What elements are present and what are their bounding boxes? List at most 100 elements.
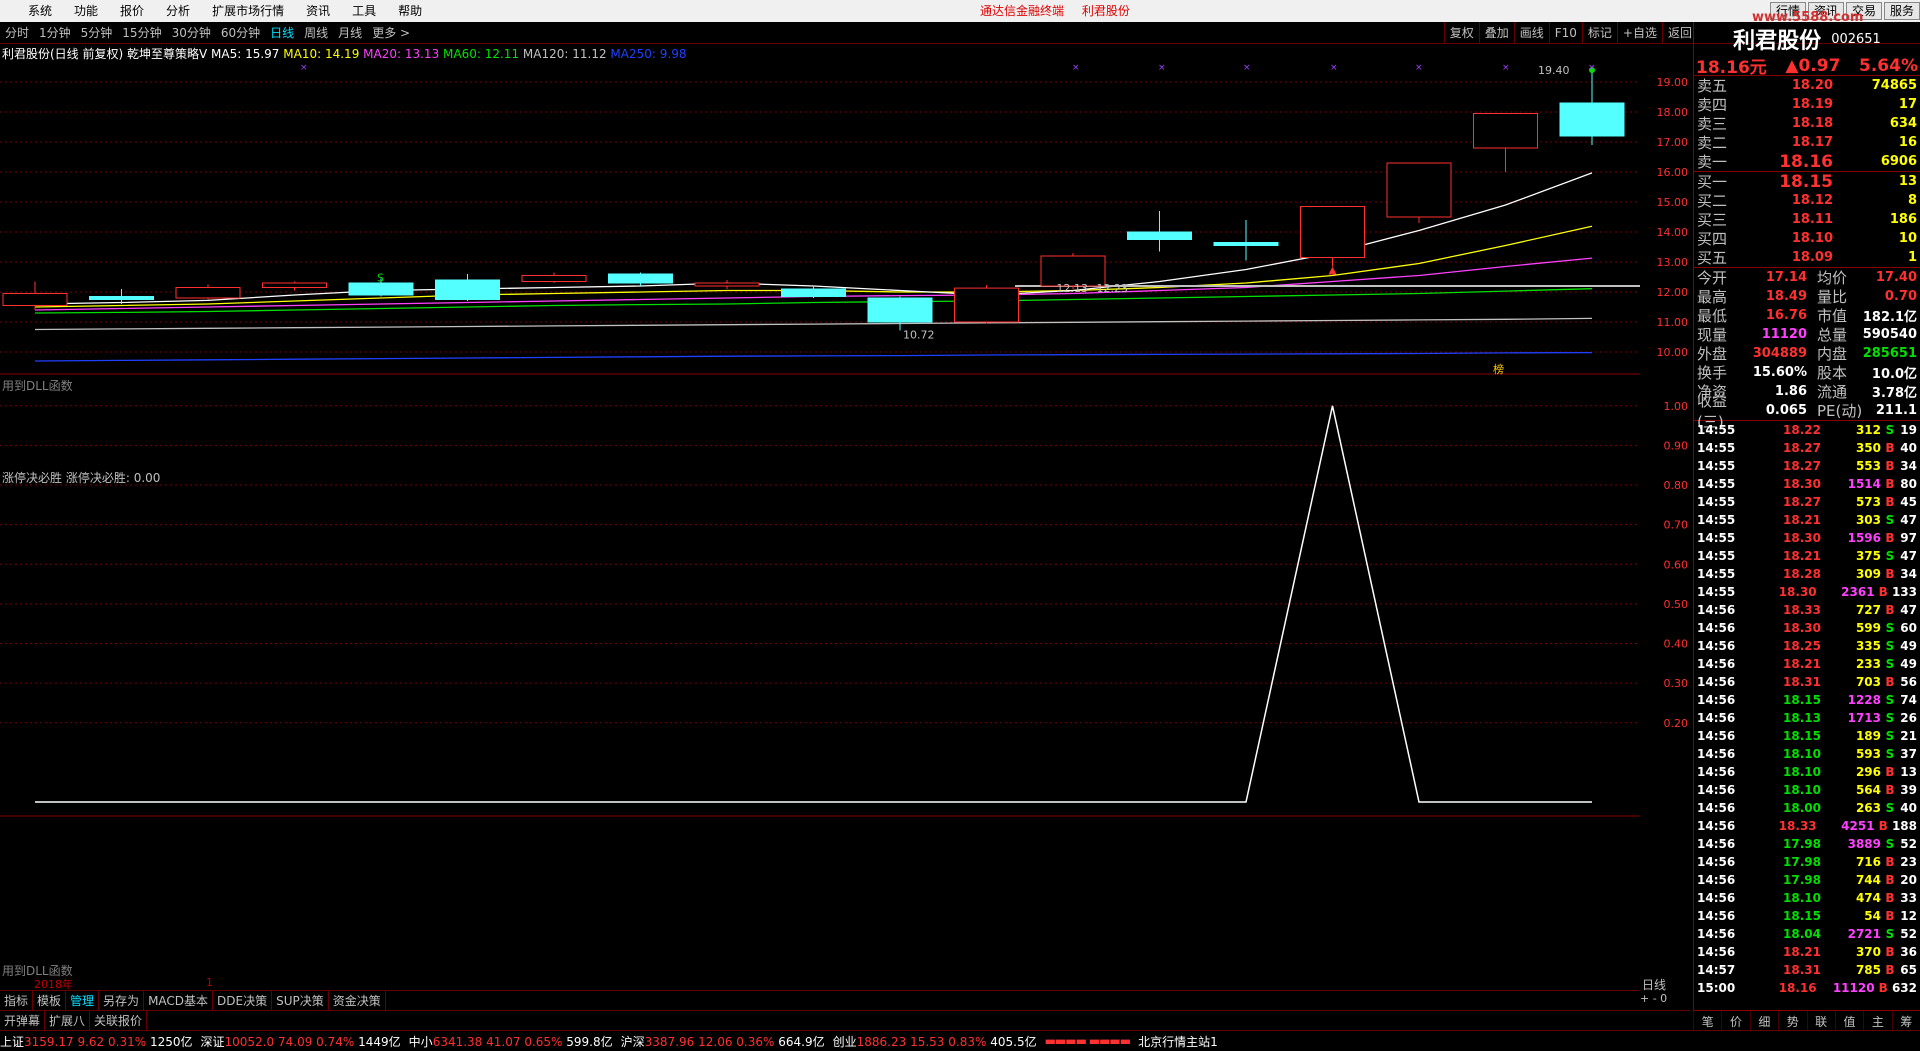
overlay-button[interactable]: 叠加 xyxy=(1478,22,1514,44)
cross-marker-icon: × xyxy=(1588,63,1596,73)
period-tab-monthly[interactable]: 月线 xyxy=(333,22,367,43)
tick-volume: 703 xyxy=(1855,675,1881,689)
candle-body xyxy=(521,275,587,282)
ask-label: 卖五 xyxy=(1697,77,1728,95)
period-tab-weekly[interactable]: 周线 xyxy=(299,22,333,43)
index-sh[interactable]: 上证3159.17 9.62 0.31% 1250亿 xyxy=(0,1033,193,1050)
indicator-tick-label: 0.90 xyxy=(1664,439,1689,452)
tick-time: 14:56 xyxy=(1697,873,1736,887)
menu-item-tools[interactable]: 工具 xyxy=(341,0,387,22)
service-button[interactable]: 服务 xyxy=(1883,2,1920,20)
index-sz[interactable]: 深证10052.0 74.09 0.74% 1449亿 xyxy=(201,1033,401,1050)
tick-price: 18.30 xyxy=(1783,477,1821,491)
period-tab-intraday[interactable]: 分时 xyxy=(0,22,34,43)
indicator-tick-label: 0.40 xyxy=(1664,638,1689,651)
adjust-button[interactable]: 复权 xyxy=(1443,22,1479,44)
tick-volume: 744 xyxy=(1855,873,1881,887)
tab-sup[interactable]: SUP决策 xyxy=(272,991,329,1010)
quote-tab[interactable]: 价 xyxy=(1721,1011,1749,1032)
indicator-legend: 涨停决必胜 涨停决必胜: 0.00 xyxy=(2,470,160,486)
tab-indicator[interactable]: 指标 xyxy=(0,991,34,1010)
tick-volume: 2361 xyxy=(1841,585,1875,599)
tick-row: 15:00 18.16 11120 B 632 xyxy=(1694,979,1920,997)
menu-item-quote[interactable]: 报价 xyxy=(109,0,155,22)
quote-tab[interactable]: 笔 xyxy=(1693,1011,1721,1032)
period-tab-1min[interactable]: 1分钟 xyxy=(34,22,76,43)
period-tab-30min[interactable]: 30分钟 xyxy=(167,22,216,43)
quote-panel: 利君股份 002651 18.16元 ▲0.97 5.64% 卖五 18.20 74… xyxy=(1693,22,1920,1032)
draw-button[interactable]: 画线 xyxy=(1513,22,1549,44)
zoom-control[interactable]: + - 0 xyxy=(1640,992,1667,1005)
quote-tab[interactable]: 势 xyxy=(1778,1011,1806,1032)
chart-area[interactable]: 19.40 10.72 12.13 12.23 S 榜 × × × × × × × × xyxy=(0,44,1640,976)
ask-label: 卖四 xyxy=(1697,96,1728,114)
index-cy[interactable]: 创业1886.23 15.53 0.83% 405.5亿 xyxy=(833,1033,1037,1050)
menu-item-function[interactable]: 功能 xyxy=(63,0,109,22)
menu-item-info[interactable]: 资讯 xyxy=(295,0,341,22)
period-tab-5min[interactable]: 5分钟 xyxy=(76,22,118,43)
tick-row: 14:55 18.21 303 S 47 xyxy=(1694,511,1920,529)
tab-dde[interactable]: DDE决策 xyxy=(213,991,273,1010)
tab-danmaku[interactable]: 开弹幕 xyxy=(0,1011,46,1030)
period-tab-15min[interactable]: 15分钟 xyxy=(117,22,166,43)
tick-side: S xyxy=(1885,837,1895,851)
stat-label-2: PE(动) xyxy=(1817,402,1863,420)
tick-volume: 312 xyxy=(1855,423,1881,437)
menu-item-system[interactable]: 系统 xyxy=(0,0,63,22)
tick-price: 18.27 xyxy=(1783,459,1821,473)
tab-manage[interactable]: 管理 xyxy=(66,991,100,1010)
quote-tab[interactable]: 联 xyxy=(1806,1011,1835,1032)
tab-save-as[interactable]: 另存为 xyxy=(99,991,145,1010)
stat-value-2: 211.1 xyxy=(1875,403,1917,418)
tab-ext8[interactable]: 扩展八 xyxy=(45,1011,91,1030)
menu-item-help[interactable]: 帮助 xyxy=(387,0,433,22)
candle-body xyxy=(781,288,846,297)
tick-price: 18.30 xyxy=(1783,531,1821,545)
bid-label: 买一 xyxy=(1697,173,1728,191)
tab-template[interactable]: 模板 xyxy=(33,991,67,1010)
tick-time: 14:55 xyxy=(1697,495,1736,509)
quote-tab[interactable]: 细 xyxy=(1749,1011,1778,1032)
tab-fund[interactable]: 资金决策 xyxy=(329,991,386,1010)
tick-side: B xyxy=(1878,819,1888,833)
period-tab-more[interactable]: 更多 > xyxy=(367,22,415,43)
stat-value-2: 590540 xyxy=(1862,327,1917,342)
stat-row: 外盘 304889 内盘 285651 xyxy=(1694,344,1920,363)
tick-time: 14:56 xyxy=(1697,657,1736,671)
tick-time: 14:55 xyxy=(1697,567,1736,581)
tick-price: 18.15 xyxy=(1783,909,1821,923)
tab-macd[interactable]: MACD基本 xyxy=(144,991,214,1010)
mark-button[interactable]: 标记 xyxy=(1581,22,1617,44)
price-axis: 19.00 18.00 17.00 16.00 15.00 14.00 13.00 12.00… xyxy=(1657,76,1689,730)
quote-tab[interactable]: 筹 xyxy=(1891,1011,1920,1032)
quote-tab[interactable]: 值 xyxy=(1834,1011,1863,1032)
ma20-label: MA20: 13.13 xyxy=(363,47,440,61)
stat-value: 18.49 xyxy=(1765,289,1807,304)
tick-price: 18.22 xyxy=(1783,423,1821,437)
stat-value: 304889 xyxy=(1752,346,1807,361)
tick-side: B xyxy=(1885,567,1895,581)
menu-item-ext-market[interactable]: 扩展市场行情 xyxy=(201,0,295,22)
kline-legend: 利君股份(日线 前复权) 乾坤至尊策略V MA5: 15.97 MA10: 14… xyxy=(2,46,686,62)
tick-list[interactable]: 14:55 18.22 312 S 19 14:55 18.27 350 B 40 14:55 18.… xyxy=(1694,421,1920,997)
quote-tab[interactable]: 主 xyxy=(1863,1011,1891,1032)
indicator-tick-label: 0.60 xyxy=(1664,558,1689,571)
add-watchlist-button[interactable]: +自选 xyxy=(1616,22,1662,44)
period-tab-60min[interactable]: 60分钟 xyxy=(216,22,265,43)
back-button[interactable]: 返回 xyxy=(1661,22,1697,44)
index-zx[interactable]: 中小6341.38 41.07 0.65% 599.8亿 xyxy=(409,1033,613,1050)
bid-row: 买一 18.15 13 xyxy=(1694,172,1920,192)
tick-side: S xyxy=(1885,927,1895,941)
price-tick-label: 16.00 xyxy=(1657,166,1689,179)
tick-price: 18.27 xyxy=(1783,495,1821,509)
period-tab-daily[interactable]: 日线 xyxy=(265,22,299,43)
server-status[interactable]: 北京行情主站1 xyxy=(1138,1033,1218,1050)
tab-related-quote[interactable]: 关联报价 xyxy=(90,1011,148,1030)
f10-button[interactable]: F10 xyxy=(1548,22,1582,44)
index-hs[interactable]: 沪深3387.96 12.06 0.36% 664.9亿 xyxy=(621,1033,825,1050)
tick-time: 14:56 xyxy=(1697,891,1736,905)
tick-time: 14:55 xyxy=(1697,585,1736,599)
menu-item-analysis[interactable]: 分析 xyxy=(155,0,201,22)
tick-volume: 350 xyxy=(1855,441,1881,455)
tick-price: 18.30 xyxy=(1783,621,1821,635)
